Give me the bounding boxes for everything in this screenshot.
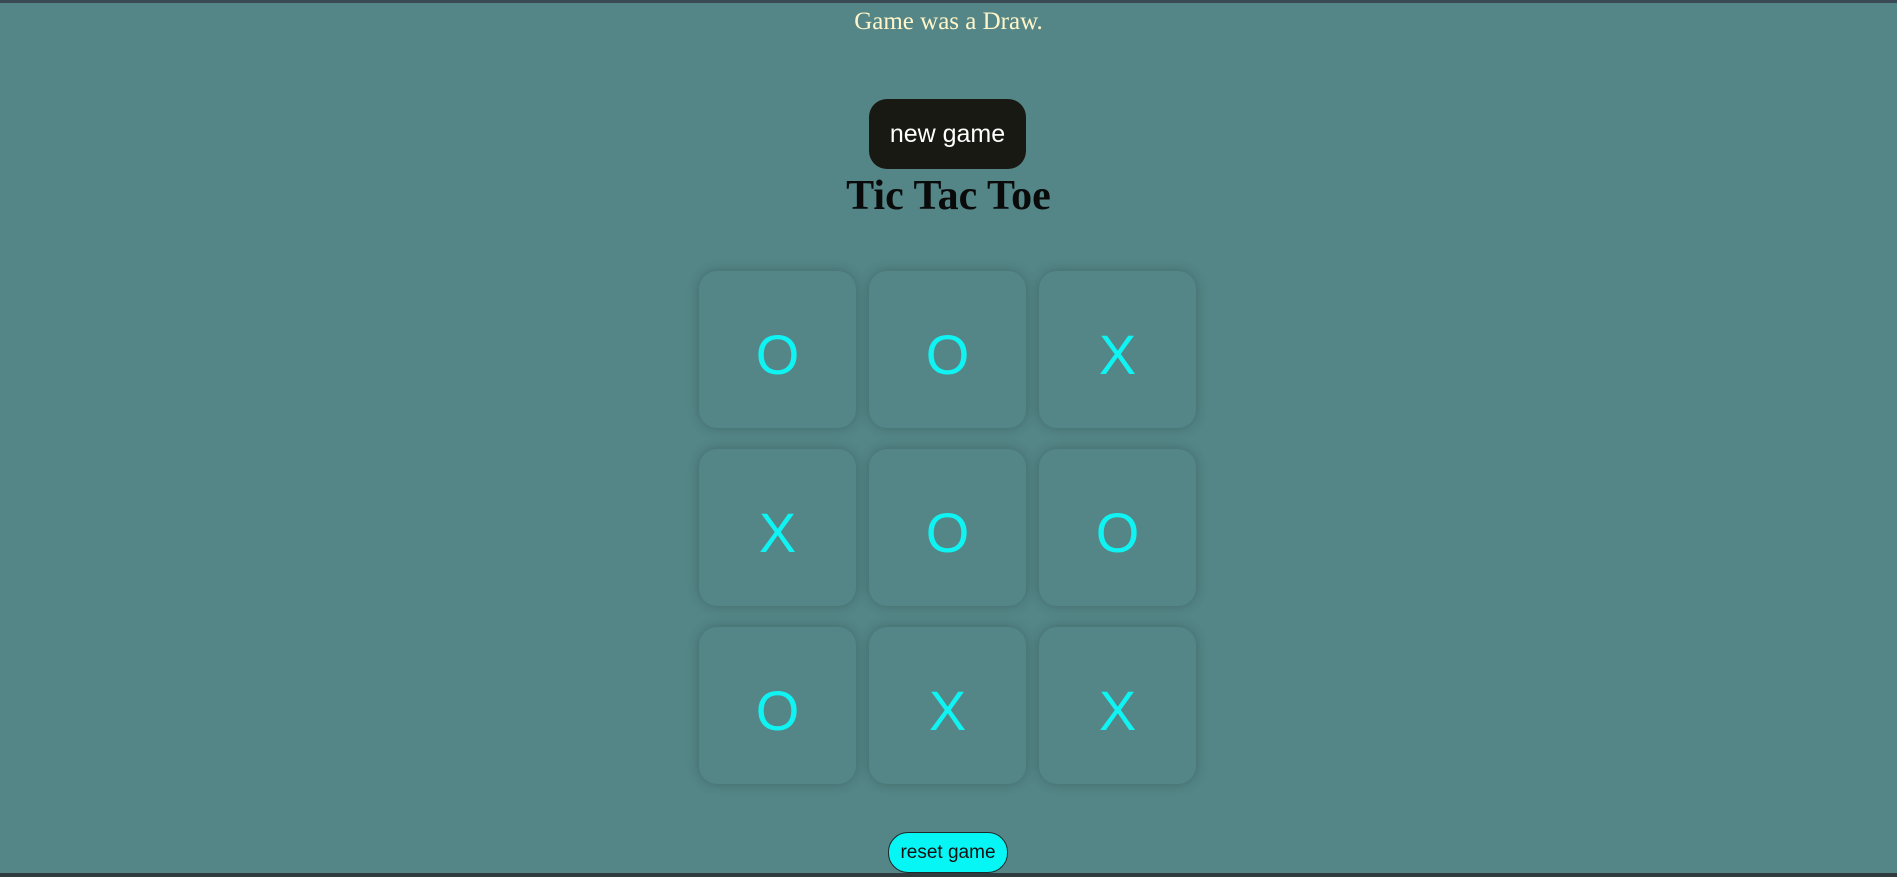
page-title: Tic Tac Toe bbox=[846, 173, 1051, 219]
top-border bbox=[0, 0, 1897, 3]
board-cell-5[interactable]: O bbox=[869, 449, 1026, 606]
board-cell-6[interactable]: O bbox=[1039, 449, 1196, 606]
board-cell-2[interactable]: O bbox=[869, 271, 1026, 428]
board-cell-8[interactable]: X bbox=[869, 627, 1026, 784]
bottom-border bbox=[0, 873, 1897, 877]
game-board: O O X X O O O X X bbox=[699, 271, 1196, 784]
board-cell-7[interactable]: O bbox=[699, 627, 856, 784]
board-cell-3[interactable]: X bbox=[1039, 271, 1196, 428]
board-cell-1[interactable]: O bbox=[699, 271, 856, 428]
reset-game-button[interactable]: reset game bbox=[888, 832, 1008, 873]
game-status-message: Game was a Draw. bbox=[854, 8, 1043, 35]
board-cell-9[interactable]: X bbox=[1039, 627, 1196, 784]
board-cell-4[interactable]: X bbox=[699, 449, 856, 606]
new-game-button[interactable]: new game bbox=[869, 99, 1026, 169]
